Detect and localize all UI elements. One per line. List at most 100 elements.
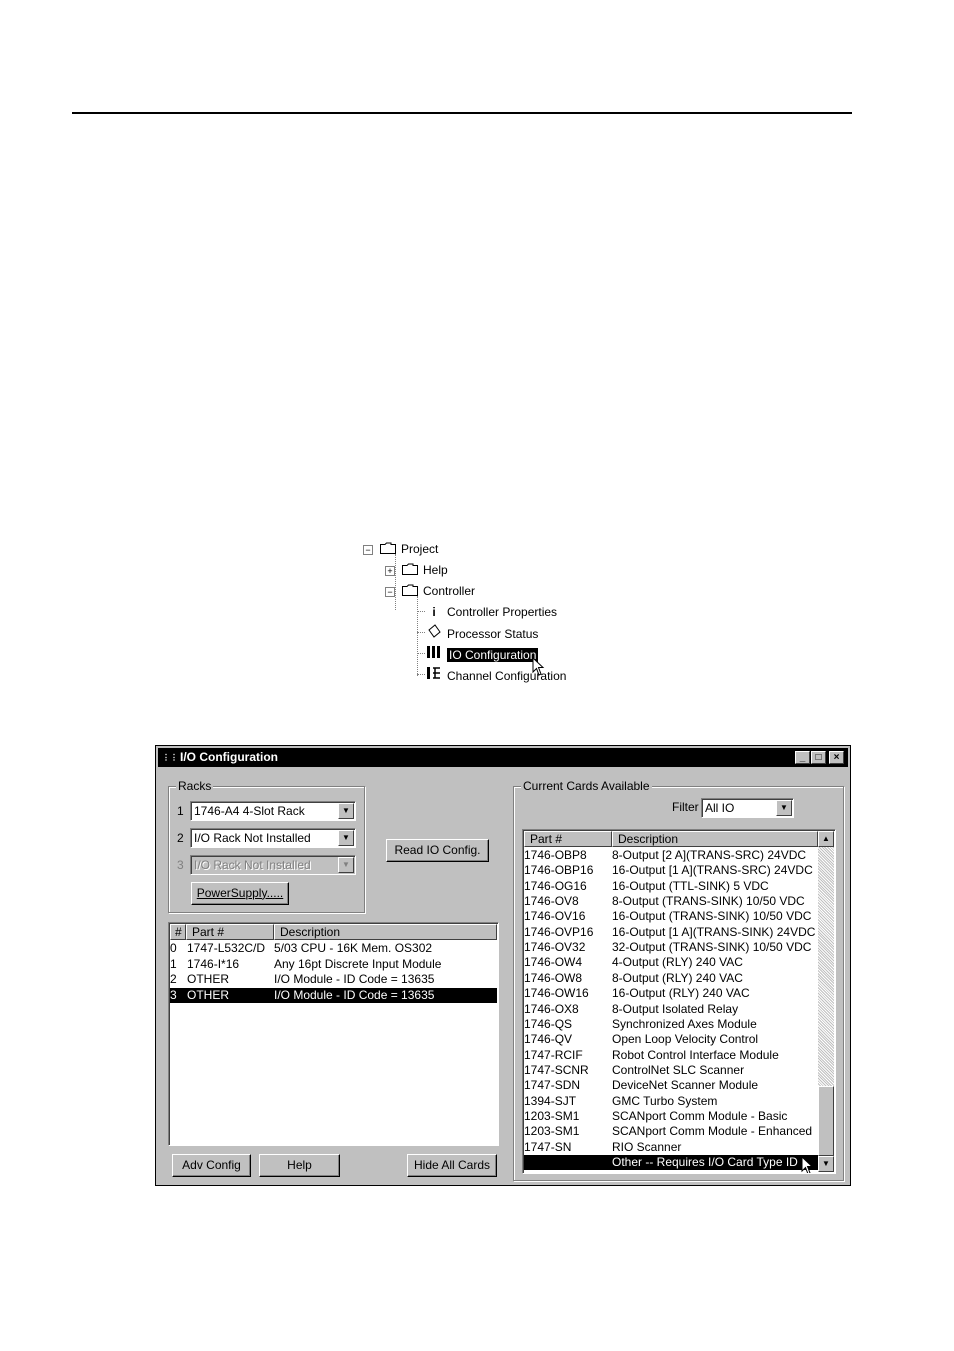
card-row-selected[interactable]: Other -- Requires I/O Card Type ID xyxy=(524,1155,818,1171)
maximize-button[interactable]: □ xyxy=(811,751,826,764)
card-part: 1746-QV xyxy=(524,1032,573,1047)
card-row[interactable]: 1746-OW16 16-Output (RLY) 240 VAC xyxy=(524,986,818,1001)
card-desc: RIO Scanner xyxy=(612,1139,682,1154)
processor-icon xyxy=(426,624,442,643)
tree-item-processor-status[interactable]: Processor Status xyxy=(426,624,538,642)
dropdown-arrow-icon[interactable]: ▼ xyxy=(338,803,354,819)
close-button[interactable]: × xyxy=(829,751,844,764)
scroll-down-icon[interactable]: ▼ xyxy=(818,1156,834,1172)
help-button[interactable]: Help xyxy=(259,1154,340,1177)
card-part: 1746-OG16 xyxy=(524,878,587,893)
card-row[interactable]: 1746-OV32 32-Output (TRANS-SINK) 10/50 VD… xyxy=(524,940,818,955)
tree-item-io-configuration[interactable]: IO Configuration xyxy=(426,645,539,663)
col-header-part[interactable]: Part # xyxy=(186,924,274,940)
rack-1-value: 1746-A4 4-Slot Rack xyxy=(194,804,305,818)
scrollbar-thumb[interactable] xyxy=(818,1086,834,1156)
tree-expander-help[interactable]: + xyxy=(385,566,395,576)
card-row[interactable]: 1747-SCNR ControlNet SLC Scanner xyxy=(524,1063,818,1078)
dropdown-arrow-icon[interactable]: ▼ xyxy=(776,800,792,816)
col-header-slot[interactable]: # xyxy=(170,924,186,940)
dropdown-arrow-icon[interactable]: ▼ xyxy=(338,830,354,846)
tree-item-label: Controller xyxy=(423,584,476,598)
tree-guide xyxy=(417,611,425,612)
card-row[interactable]: 1746-OG16 16-Output (TTL-SINK) 5 VDC xyxy=(524,879,818,894)
tree-item-label: Project xyxy=(401,542,439,556)
card-part: 1747-SN xyxy=(524,1139,572,1154)
channel-icon xyxy=(426,666,442,685)
minimize-button[interactable]: _ xyxy=(795,751,810,764)
card-desc: 8-Output [2 A](TRANS-SRC) 24VDC xyxy=(612,848,807,862)
powersupply-button[interactable]: PowerSupply..... xyxy=(191,882,289,905)
card-row[interactable]: 1746-OW8 8-Output (RLY) 240 VAC xyxy=(524,971,818,986)
card-row[interactable]: 1746-OBP16 16-Output [1 A](TRANS-SRC) 24V… xyxy=(524,863,818,878)
card-row[interactable]: 1746-OX8 8-Output Isolated Relay xyxy=(524,1002,818,1017)
tree-guide xyxy=(417,596,418,676)
tree-item-project[interactable]: Project xyxy=(380,540,438,558)
adv-config-button[interactable]: Adv Config xyxy=(172,1154,251,1177)
card-row[interactable]: 1203-SM1 SCANport Comm Module - Basic xyxy=(524,1109,818,1124)
card-row[interactable]: 1747-SN RIO Scanner xyxy=(524,1140,818,1155)
col-header-description[interactable]: Description xyxy=(612,831,818,847)
slot-row[interactable]: 0 1747-L532C/D 5/03 CPU - 16K Mem. OS302 xyxy=(170,941,497,956)
tree-guide xyxy=(417,632,425,633)
slot-num: 0 xyxy=(170,941,177,955)
slot-row[interactable]: 1 1746-I*16 Any 16pt Discrete Input Modu… xyxy=(170,957,497,972)
card-part: 1203-SM1 xyxy=(524,1108,580,1123)
slot-list[interactable]: # Part # Description 0 1747-L532C/D 5/03… xyxy=(168,922,499,1146)
scroll-up-icon[interactable]: ▲ xyxy=(818,831,834,847)
slot-part: 1747-L532C/D xyxy=(187,941,266,955)
mouse-pointer-icon xyxy=(801,1155,815,1173)
slot-desc: I/O Module - ID Code = 13635 xyxy=(274,972,435,986)
io-configuration-window: ⋮⋮⋮ I/O Configuration _ □ × Racks 1 1746… xyxy=(155,745,851,1186)
rack-1-select[interactable]: 1746-A4 4-Slot Rack ▼ xyxy=(190,801,356,821)
card-row[interactable]: 1746-OV8 8-Output (TRANS-SINK) 10/50 VDC xyxy=(524,894,818,909)
slot-num: 2 xyxy=(170,972,177,986)
card-part: 1747-SDN xyxy=(524,1078,581,1093)
col-header-part[interactable]: Part # xyxy=(524,831,612,847)
tree-item-controller[interactable]: Controller xyxy=(402,582,475,600)
slot-row[interactable]: 2 OTHER I/O Module - ID Code = 13635 xyxy=(170,972,497,987)
card-row[interactable]: 1394-SJT GMC Turbo System xyxy=(524,1094,818,1109)
hide-all-cards-button[interactable]: Hide All Cards xyxy=(407,1154,497,1177)
card-desc: 16-Output (TTL-SINK) 5 VDC xyxy=(612,878,769,893)
card-row[interactable]: 1747-RCIF Robot Control Interface Module xyxy=(524,1048,818,1063)
card-row[interactable]: 1203-SM1 SCANport Comm Module - Enhanced xyxy=(524,1124,818,1139)
tree-item-help[interactable]: Help xyxy=(402,561,448,579)
slot-num: 1 xyxy=(170,956,177,971)
card-row[interactable]: 1747-SDN DeviceNet Scanner Module xyxy=(524,1078,818,1093)
card-desc: ControlNet SLC Scanner xyxy=(612,1062,745,1077)
card-part: 1747-RCIF xyxy=(524,1047,583,1062)
card-row[interactable]: 1746-OBP8 8-Output [2 A](TRANS-SRC) 24VDC xyxy=(524,848,818,863)
title-bar[interactable]: ⋮⋮⋮ I/O Configuration _ □ × xyxy=(158,748,848,767)
card-row[interactable]: 1746-OV16 16-Output (TRANS-SINK) 10/50 VD… xyxy=(524,909,818,924)
tree-guide xyxy=(417,653,425,654)
slot-row-selected[interactable]: 3 OTHER I/O Module - ID Code = 13635 xyxy=(170,987,497,1003)
mouse-pointer-icon xyxy=(532,656,546,680)
slot-desc: 5/03 CPU - 16K Mem. OS302 xyxy=(274,941,433,955)
tree-guide xyxy=(417,674,425,675)
cards-list[interactable]: Part # Description 1746-OBP8 8-Output [2 … xyxy=(522,829,836,1174)
card-part: 1746-OV32 xyxy=(524,940,586,955)
tree-expander-project[interactable]: − xyxy=(363,545,373,555)
slot-desc: I/O Module - ID Code = 13635 xyxy=(274,987,435,1002)
card-row[interactable]: 1746-QS Synchronized Axes Module xyxy=(524,1017,818,1032)
card-desc: 16-Output [1 A](TRANS-SRC) 24VDC xyxy=(612,863,813,878)
rack-3-select: I/O Rack Not Installed ▼ xyxy=(190,855,356,875)
slot-part: OTHER xyxy=(187,987,229,1002)
card-desc: Other -- Requires I/O Card Type ID xyxy=(612,1155,798,1169)
current-cards-group: Current Cards Available Filter All IO ▼ … xyxy=(513,779,844,1181)
card-row[interactable]: 1746-QV Open Loop Velocity Control xyxy=(524,1032,818,1047)
card-part: 1203-SM1 xyxy=(524,1124,580,1139)
card-part: 1746-OW16 xyxy=(524,986,589,1001)
filter-select[interactable]: All IO ▼ xyxy=(701,798,794,818)
card-row[interactable]: 1746-OW4 4-Output (RLY) 240 VAC xyxy=(524,955,818,970)
card-row[interactable]: 1746-OVP16 16-Output [1 A](TRANS-SINK) 24… xyxy=(524,925,818,940)
read-io-config-button[interactable]: Read IO Config. xyxy=(386,839,489,862)
col-header-description[interactable]: Description xyxy=(274,924,497,940)
filter-value: All IO xyxy=(705,801,735,815)
rack-2-select[interactable]: I/O Rack Not Installed ▼ xyxy=(190,828,356,848)
card-desc: Robot Control Interface Module xyxy=(612,1047,779,1062)
slot-part: OTHER xyxy=(187,972,229,986)
tree-item-controller-properties[interactable]: i Controller Properties xyxy=(426,603,557,621)
tree-expander-controller[interactable]: − xyxy=(385,587,395,597)
